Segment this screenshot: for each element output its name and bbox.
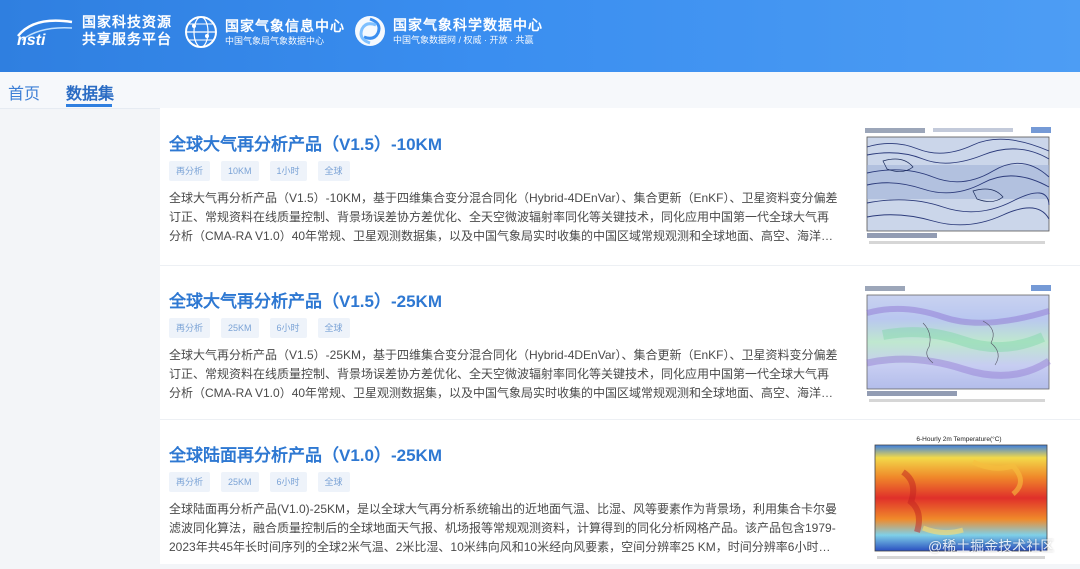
brand-nsti[interactable]: nsti 国家科技资源 共享服务平台 (14, 14, 172, 48)
tag[interactable]: 10KM (221, 161, 259, 181)
brand-nmic-line1: 国家气象信息中心 (225, 17, 345, 34)
thumbnail-title: 6-Hourly 2m Temperature(°C) (916, 435, 1001, 443)
card-divider (160, 265, 1080, 266)
dataset-description: 全球陆面再分析产品(V1.0)-25KM，是以全球大气再分析系统输出的近地面气温… (169, 500, 837, 557)
description-line: 全球大气再分析产品（V1.5）-10KM，基于四维集合变分混合同化（Hybrid… (169, 191, 837, 205)
humidity-map-thumbnail[interactable] (863, 283, 1055, 409)
tag[interactable]: 全球 (317, 318, 350, 338)
nav-datasets[interactable]: 数据集 (66, 80, 114, 104)
dataset-list: 全球大气再分析产品（V1.5）-10KM 再分析 10KM 1小时 全球 全球大… (160, 108, 1080, 564)
card-divider (160, 419, 1080, 420)
brand-nsti-line2: 共享服务平台 (82, 31, 172, 47)
dataset-title[interactable]: 全球大气再分析产品（V1.5）-10KM (169, 130, 442, 155)
description-line: 分析（CMA-RA V1.0）40年常规、卫星观测数据集，以及中国气象局实时收集… (169, 229, 834, 243)
tag[interactable]: 再分析 (169, 161, 211, 181)
dataset-tags: 再分析 25KM 6小时 全球 (169, 318, 350, 338)
svg-text:nsti: nsti (17, 32, 46, 48)
brand-ncmsd-line1: 国家气象科学数据中心 (393, 16, 543, 33)
tag[interactable]: 25KM (221, 318, 259, 338)
watermark: @稀土掘金技术社区 (928, 538, 1055, 554)
description-line: 2023年共45年长时间序列的全球2米气温、2米比湿、10米纬向风和10米经向风… (169, 540, 831, 554)
brand-nmic-line2: 中国气象局气象数据中心 (225, 35, 325, 46)
tag[interactable]: 再分析 (169, 318, 211, 338)
dataset-description: 全球大气再分析产品（V1.5）-10KM，基于四维集合变分混合同化（Hybrid… (169, 189, 837, 246)
main-nav: 首页 数据集 (0, 72, 1080, 109)
top-header: nsti 国家科技资源 共享服务平台 国家气象信息中心 中国气象局气象数据中心 (0, 0, 1080, 72)
description-line: 全球大气再分析产品（V1.5）-25KM，基于四维集合变分混合同化（Hybrid… (169, 348, 837, 362)
description-line: 订正、常规资料在线质量控制、背景场误差协方差优化、全天空微波辐射率同化等关键技术… (169, 367, 830, 381)
dataset-tags: 再分析 10KM 1小时 全球 (169, 161, 350, 181)
tag[interactable]: 全球 (317, 472, 350, 492)
isobar-map-thumbnail[interactable] (863, 125, 1055, 251)
tag[interactable]: 全球 (317, 161, 350, 181)
swirl-logo-icon (353, 14, 387, 48)
brand-nmic[interactable]: 国家气象信息中心 中国气象局气象数据中心 (183, 14, 345, 50)
nav-home[interactable]: 首页 (8, 80, 40, 104)
dataset-description: 全球大气再分析产品（V1.5）-25KM，基于四维集合变分混合同化（Hybrid… (169, 346, 837, 403)
dataset-title[interactable]: 全球大气再分析产品（V1.5）-25KM (169, 287, 442, 312)
description-line: 订正、常规资料在线质量控制、背景场误差协方差优化、全天空微波辐射率同化等关键技术… (169, 210, 830, 224)
tag[interactable]: 1小时 (269, 161, 307, 181)
description-line: 全球陆面再分析产品(V1.0)-25KM，是以全球大气再分析系统输出的近地面气温… (169, 502, 837, 516)
dataset-title[interactable]: 全球陆面再分析产品（V1.0）-25KM (169, 441, 442, 466)
tag[interactable]: 再分析 (169, 472, 211, 492)
brand-nsti-line1: 国家科技资源 (82, 14, 172, 30)
description-line: 分析（CMA-RA V1.0）40年常规、卫星观测数据集，以及中国气象局实时收集… (169, 386, 834, 400)
nav-active-indicator (66, 104, 112, 107)
description-line: 滤波同化算法，融合质量控制后的全球地面天气报、机场报等常规观测资料，计算得到的同… (169, 521, 836, 535)
tag[interactable]: 25KM (221, 472, 259, 492)
nsti-logo-icon: nsti (14, 14, 76, 48)
tag[interactable]: 6小时 (269, 318, 307, 338)
dataset-tags: 再分析 25KM 6小时 全球 (169, 472, 350, 492)
tag[interactable]: 6小时 (269, 472, 307, 492)
brand-ncmsd[interactable]: 国家气象科学数据中心 中国气象数据网 / 权威 · 开放 · 共赢 (353, 14, 543, 48)
brand-ncmsd-line2: 中国气象数据网 / 权威 · 开放 · 共赢 (393, 34, 534, 45)
globe-network-icon (183, 14, 219, 50)
